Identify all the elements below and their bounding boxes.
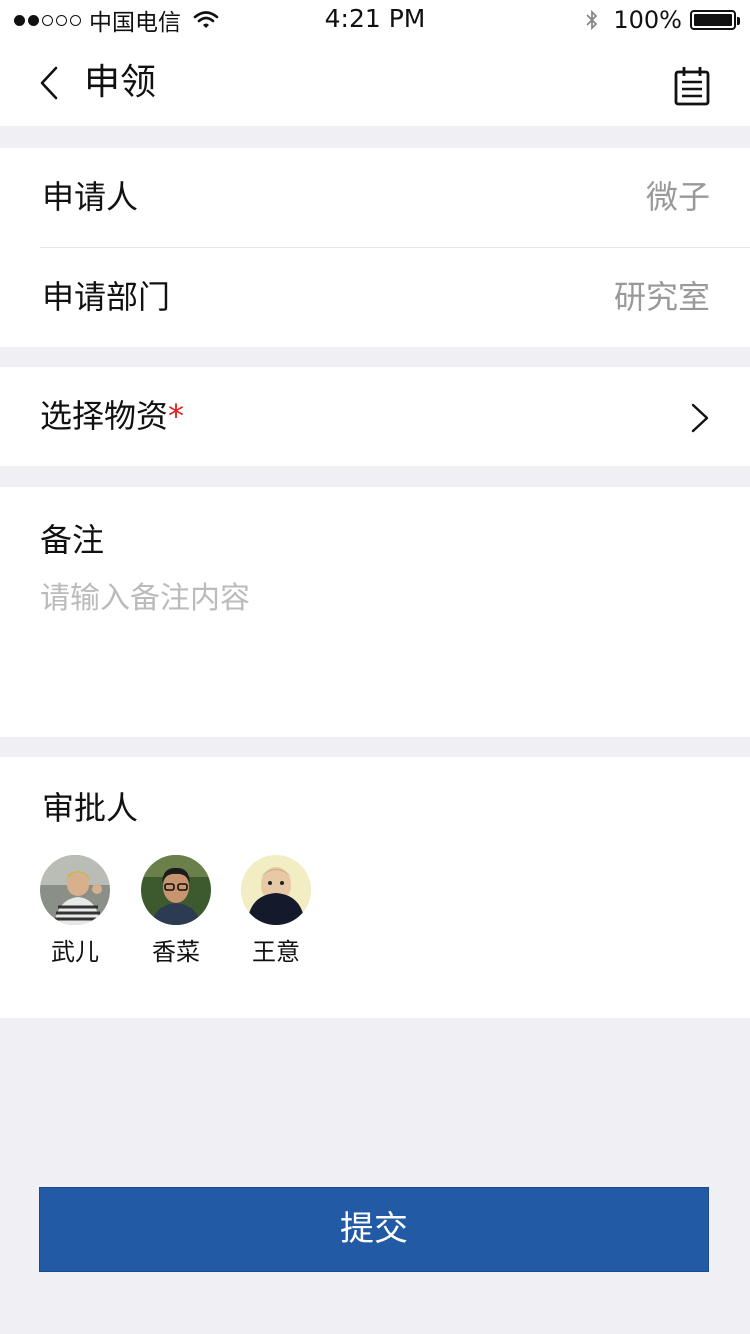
applicant-label: 申请人	[42, 178, 139, 216]
department-label: 申请部门	[42, 278, 171, 316]
status-bar: 中国电信 4:21 PM 100%	[0, 0, 750, 40]
remark-section: 备注 请输入备注内容	[0, 487, 750, 737]
applicant-row: 申请人 微子	[0, 148, 750, 247]
status-right: 100%	[585, 6, 740, 34]
calendar-list-icon[interactable]	[674, 66, 710, 106]
select-material-row[interactable]: 选择物资*	[0, 367, 750, 466]
department-value: 研究室	[613, 278, 710, 316]
department-row: 申请部门 研究室	[0, 248, 750, 347]
battery-icon	[690, 10, 740, 30]
chevron-left-icon[interactable]	[36, 64, 64, 102]
bluetooth-icon	[586, 9, 598, 31]
applicant-section: 申请人 微子 申请部门 研究室	[0, 148, 750, 347]
select-material-text: 选择物资	[40, 397, 169, 435]
avatar	[241, 855, 311, 925]
approvers-section: 审批人 武儿 香菜 王意	[0, 757, 750, 1018]
approver-item[interactable]: 王意	[234, 855, 318, 967]
submit-button[interactable]: 提交	[39, 1187, 709, 1272]
battery-percent: 100%	[613, 6, 682, 34]
nav-bar: 申领	[0, 40, 750, 126]
approver-item[interactable]: 香菜	[134, 855, 218, 967]
remark-label: 备注	[40, 521, 105, 559]
approver-name: 武儿	[51, 938, 99, 966]
remark-input[interactable]: 请输入备注内容	[40, 579, 700, 619]
chevron-right-icon	[691, 403, 709, 433]
approver-name: 香菜	[152, 938, 200, 966]
approver-item[interactable]: 武儿	[33, 855, 117, 967]
approvers-label: 审批人	[42, 789, 139, 827]
required-asterisk: *	[168, 397, 185, 435]
applicant-value: 微子	[645, 178, 710, 216]
page-title: 申领	[84, 62, 157, 103]
avatar	[141, 855, 211, 925]
avatar	[40, 855, 110, 925]
select-material-label: 选择物资*	[40, 395, 184, 437]
approver-name: 王意	[252, 938, 300, 966]
